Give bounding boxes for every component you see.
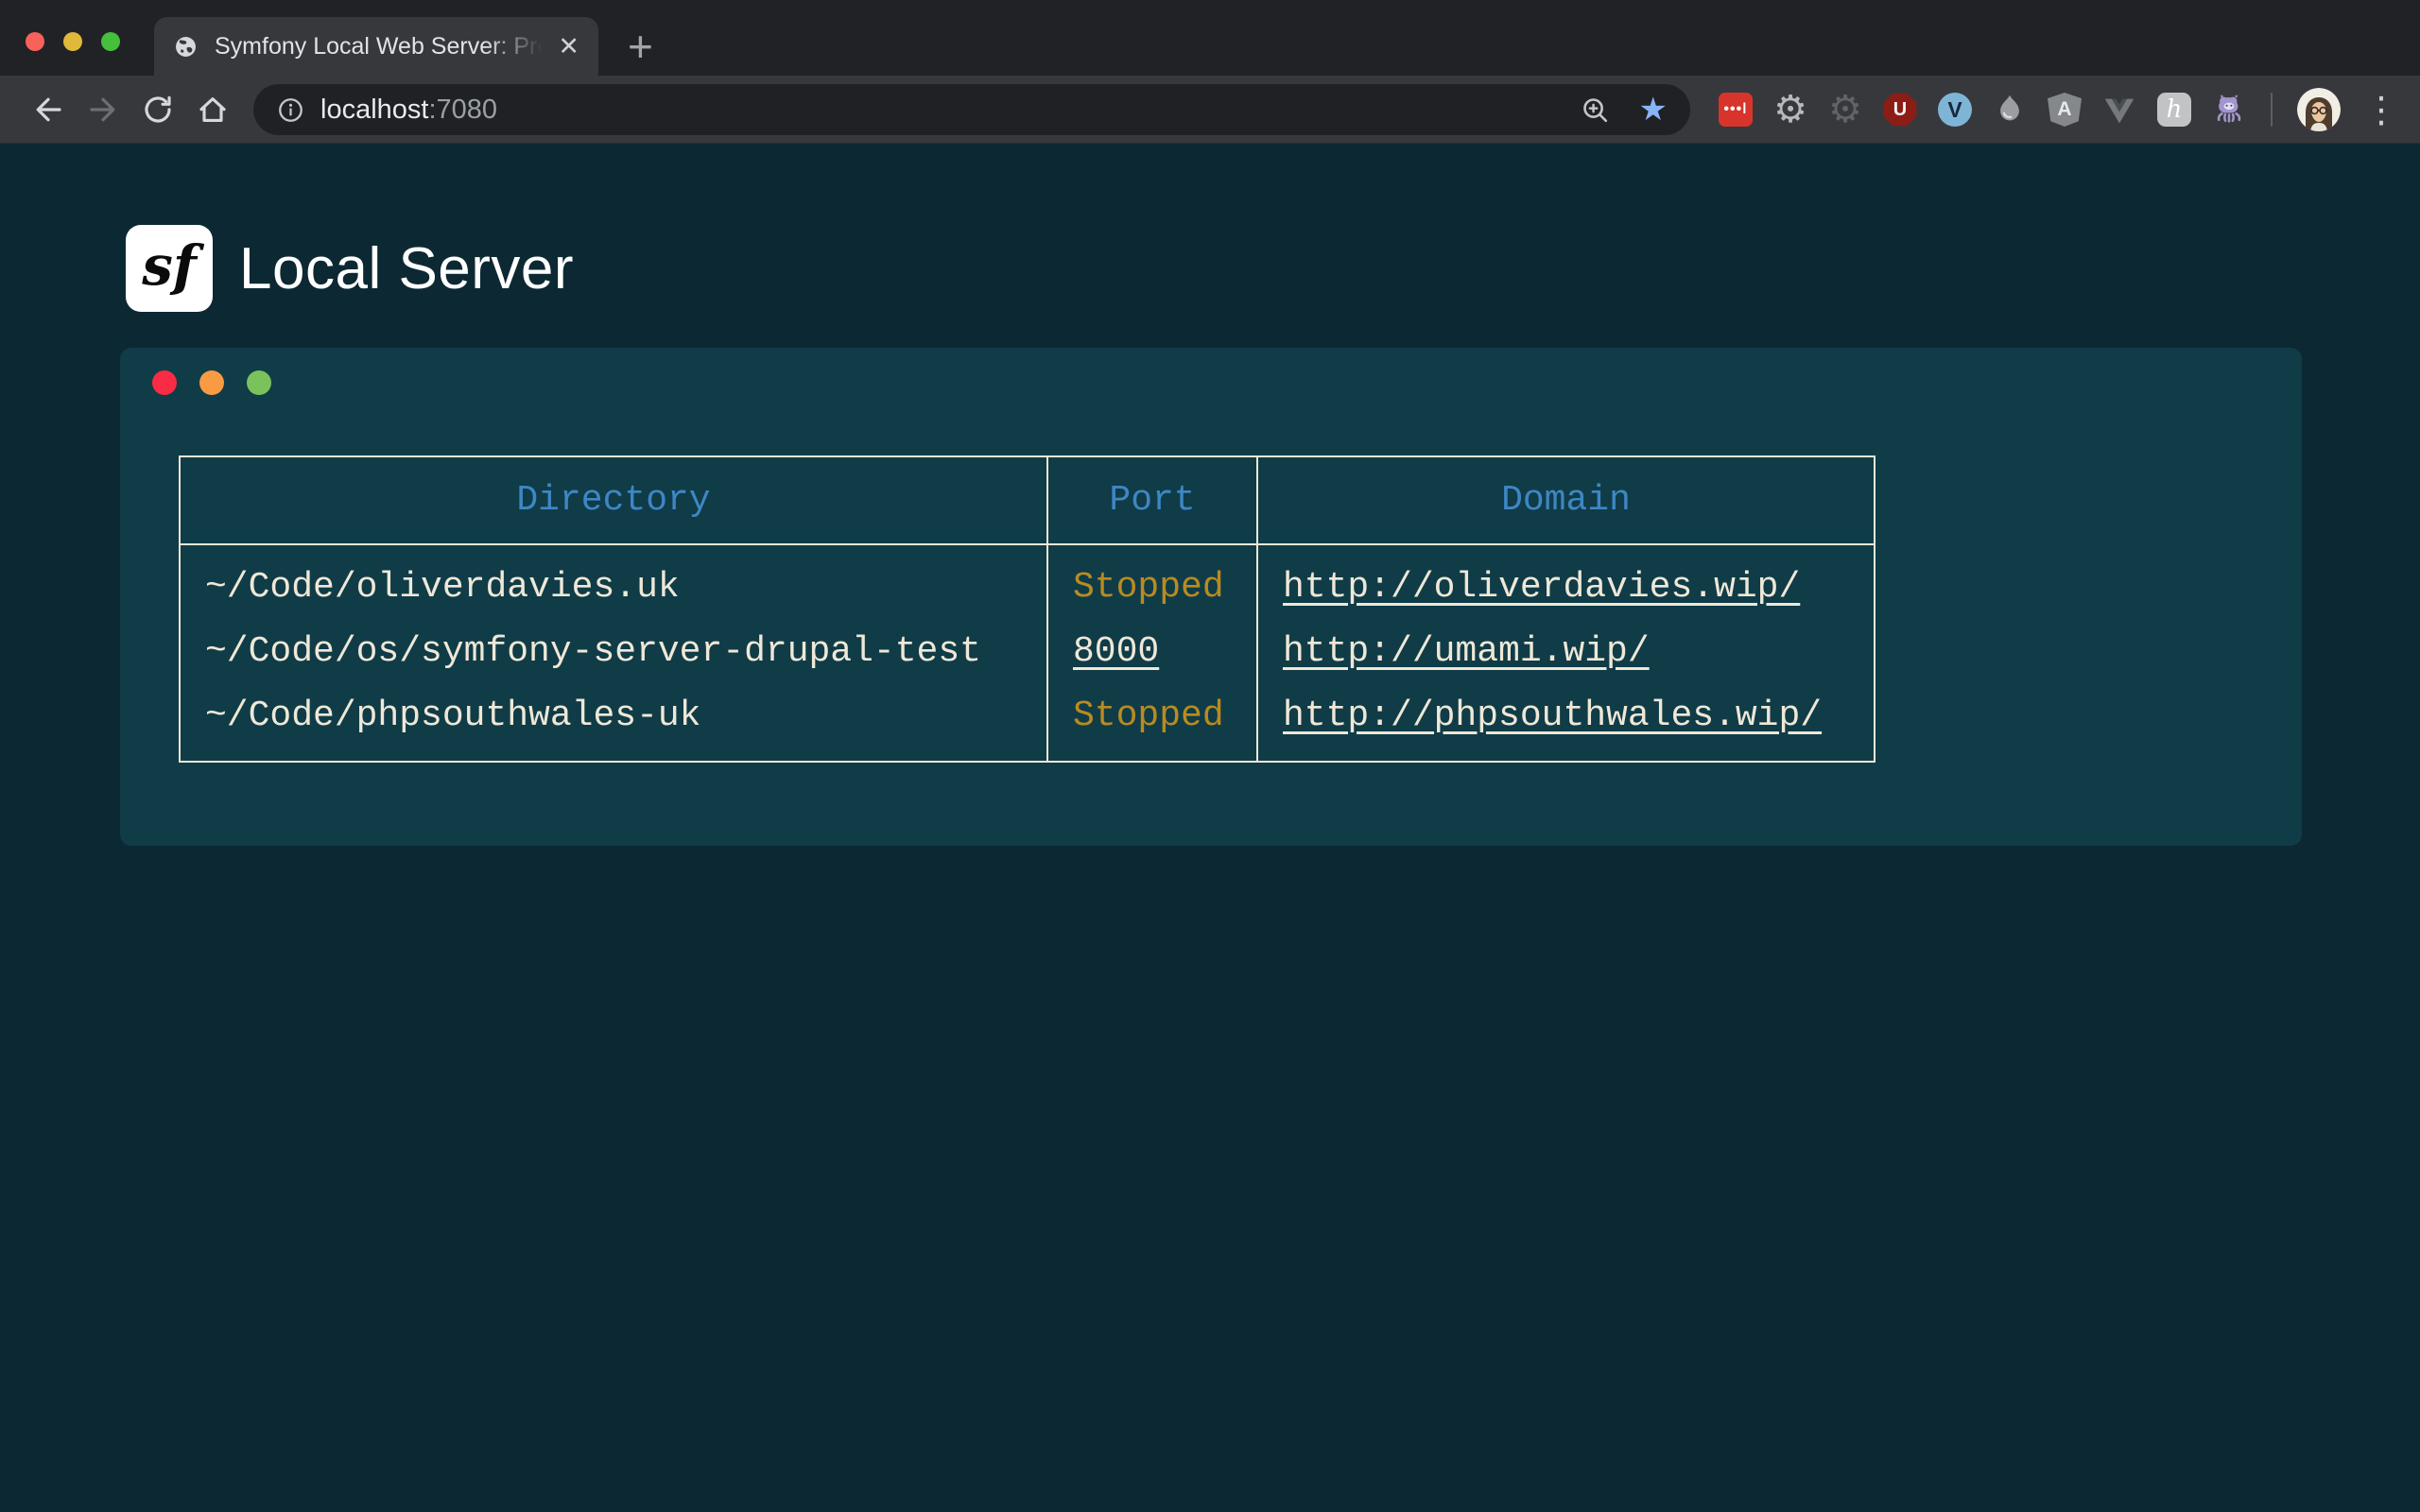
drupal-extension-icon[interactable] (1993, 93, 2027, 127)
domain-link[interactable]: http://umami.wip/ (1283, 631, 1650, 672)
server-panel: Directory Port Domain ~/Code/oliverdavie… (120, 348, 2302, 846)
symfony-logo-glyph: sf (142, 233, 197, 298)
ublock-glyph: U (1893, 99, 1907, 121)
github-octocat-icon (2212, 93, 2246, 127)
page-content: sf Local Server Directory Port Domain ~/… (0, 144, 2420, 1512)
vue-icon (2102, 93, 2136, 127)
panel-window-dots (152, 370, 2302, 395)
tab-favicon globe-icon (173, 34, 199, 60)
status-stopped: Stopped (1073, 696, 1224, 736)
angular-glyph: A (2057, 98, 2071, 121)
vue-extension-icon[interactable] (2102, 93, 2136, 127)
symfony-logo: sf (126, 225, 213, 312)
browser-titlebar: Symfony Local Web Server: Prox ✕ + (0, 0, 2420, 76)
reload-icon (141, 93, 175, 127)
home-button[interactable] (185, 82, 240, 137)
table-row: ~/Code/os/symfony-server-drupal-test 800… (180, 619, 1875, 683)
bookmark-star-icon[interactable]: ★ (1639, 94, 1668, 126)
tampermonkey-extension-icon[interactable]: ⚙ (1773, 93, 1807, 127)
table-row: ~/Code/phpsouthwales-uk Stopped http://p… (180, 683, 1875, 762)
domain-cell: http://oliverdavies.wip/ (1257, 544, 1875, 619)
window-minimize-button[interactable] (63, 32, 82, 51)
browser-tab[interactable]: Symfony Local Web Server: Prox ✕ (154, 17, 598, 76)
url-host: localhost (320, 94, 428, 126)
header-port: Port (1047, 456, 1257, 544)
port-link[interactable]: 8000 (1073, 631, 1159, 672)
page-title: Local Server (239, 235, 574, 302)
header-domain: Domain (1257, 456, 1875, 544)
gear-faded-icon: ⚙ (1828, 93, 1862, 127)
window-fullscreen-button[interactable] (101, 32, 120, 51)
directory-cell: ~/Code/phpsouthwales-uk (180, 683, 1047, 762)
angular-extension-icon[interactable]: A (2048, 93, 2082, 127)
tab-close-icon[interactable]: ✕ (558, 34, 579, 60)
address-bar[interactable]: localhost :7080 ★ (253, 84, 1690, 135)
port-cell: Stopped (1047, 683, 1257, 762)
servers-table: Directory Port Domain ~/Code/oliverdavie… (179, 455, 1876, 763)
drupal-droplet-icon (1993, 93, 2027, 127)
back-button[interactable] (21, 82, 76, 137)
panel-dot-red (152, 370, 177, 395)
github-extension-icon[interactable] (2212, 93, 2246, 127)
home-icon (196, 93, 230, 127)
panel-dot-orange (199, 370, 224, 395)
domain-cell: http://phpsouthwales.wip/ (1257, 683, 1875, 762)
port-cell: Stopped (1047, 544, 1257, 619)
lastpass-glyph: •••ǀ (1723, 101, 1747, 118)
vimium-extension-icon[interactable]: V (1938, 93, 1972, 127)
tab-title: Symfony Local Web Server: Prox (215, 33, 552, 60)
site-info-icon[interactable] (276, 95, 305, 125)
panel-dot-green (247, 370, 271, 395)
lastpass-extension-icon[interactable]: •••ǀ (1719, 93, 1753, 127)
port-cell: 8000 (1047, 619, 1257, 683)
window-controls (26, 32, 120, 51)
honey-glyph: h (2167, 95, 2183, 124)
header-directory: Directory (180, 456, 1047, 544)
back-icon (31, 93, 65, 127)
ublock-extension-icon[interactable]: U (1883, 93, 1917, 127)
domain-link[interactable]: http://phpsouthwales.wip/ (1283, 696, 1822, 736)
table-header-row: Directory Port Domain (180, 456, 1875, 544)
forward-button[interactable] (76, 82, 130, 137)
vimium-glyph: V (1947, 97, 1962, 123)
forward-icon (86, 93, 120, 127)
domain-cell: http://umami.wip/ (1257, 619, 1875, 683)
honey-extension-icon[interactable]: h (2157, 93, 2191, 127)
brand-header: sf Local Server (0, 144, 2420, 312)
table-row: ~/Code/oliverdavies.uk Stopped http://ol… (180, 544, 1875, 619)
status-stopped: Stopped (1073, 567, 1224, 608)
url-port: :7080 (428, 94, 497, 126)
browser-menu-button kebab-menu-icon[interactable]: ⋮ (2363, 92, 2399, 128)
gear-icon: ⚙ (1773, 93, 1807, 127)
zoom-icon[interactable] (1580, 94, 1611, 126)
directory-cell: ~/Code/os/symfony-server-drupal-test (180, 619, 1047, 683)
toolbar-separator (2271, 93, 2273, 127)
reload-button[interactable] (130, 82, 185, 137)
domain-link[interactable]: http://oliverdavies.wip/ (1283, 567, 1800, 608)
extensions-area: •••ǀ ⚙ ⚙ U V A h (1719, 88, 2399, 131)
window-close-button[interactable] (26, 32, 44, 51)
profile-avatar[interactable] (2297, 88, 2341, 131)
disabled-gear-extension-icon[interactable]: ⚙ (1828, 93, 1862, 127)
directory-cell: ~/Code/oliverdavies.uk (180, 544, 1047, 619)
new-tab-button[interactable]: + (628, 19, 653, 74)
browser-toolbar: localhost :7080 ★ •••ǀ ⚙ ⚙ U V (0, 76, 2420, 144)
